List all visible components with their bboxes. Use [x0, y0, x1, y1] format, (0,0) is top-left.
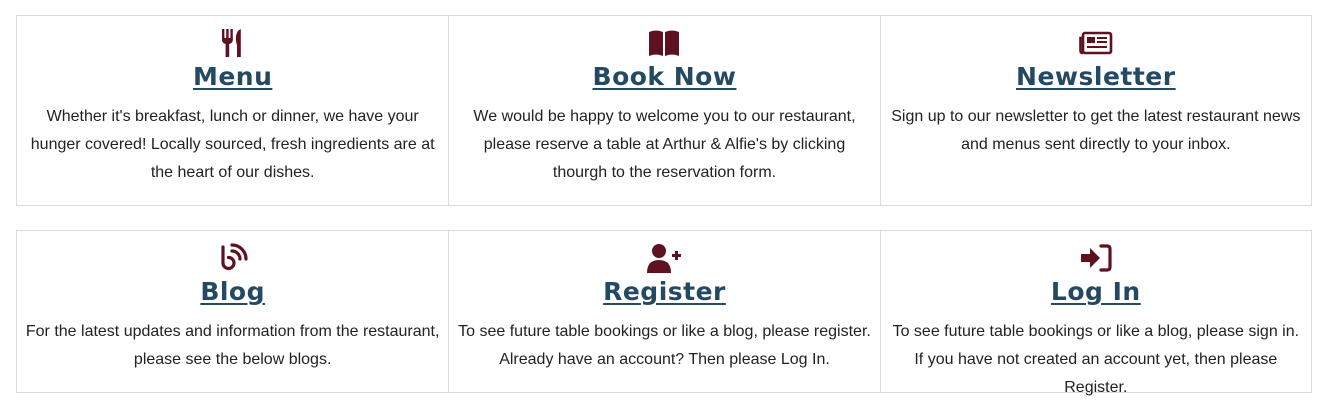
user-plus-icon — [647, 241, 682, 275]
blog-link[interactable]: Blog — [200, 277, 265, 306]
login-card: Log In To see future table bookings or l… — [879, 231, 1311, 396]
book-now-card: Book Now We would be happy to welcome yo… — [448, 16, 879, 205]
book-now-link[interactable]: Book Now — [593, 62, 737, 91]
book-icon — [647, 26, 681, 60]
blog-description: For the latest updates and information f… — [25, 323, 440, 368]
register-link[interactable]: Register — [603, 277, 726, 306]
sign-in-icon — [1079, 241, 1113, 275]
blog-icon — [216, 241, 250, 275]
newsletter-description: Sign up to our newsletter to get the lat… — [891, 108, 1301, 153]
newspaper-icon — [1079, 26, 1113, 60]
register-card: Register To see future table bookings or… — [448, 231, 879, 392]
login-description: To see future table bookings or like a b… — [892, 323, 1300, 396]
utensils-icon — [216, 26, 250, 60]
register-description: To see future table bookings or like a b… — [458, 323, 871, 368]
login-link[interactable]: Log In — [1051, 277, 1141, 306]
services-row-bottom: Blog For the latest updates and informat… — [16, 230, 1312, 396]
newsletter-link[interactable]: Newsletter — [1016, 62, 1176, 91]
menu-description: Whether it's breakfast, lunch or dinner,… — [30, 108, 435, 181]
newsletter-card: Newsletter Sign up to our newsletter to … — [879, 16, 1311, 205]
menu-link[interactable]: Menu — [193, 62, 272, 91]
book-now-description: We would be happy to welcome you to our … — [473, 108, 856, 181]
services-row-top: Menu Whether it's breakfast, lunch or di… — [16, 15, 1312, 206]
menu-card: Menu Whether it's breakfast, lunch or di… — [17, 16, 448, 205]
blog-card: Blog For the latest updates and informat… — [17, 231, 448, 392]
